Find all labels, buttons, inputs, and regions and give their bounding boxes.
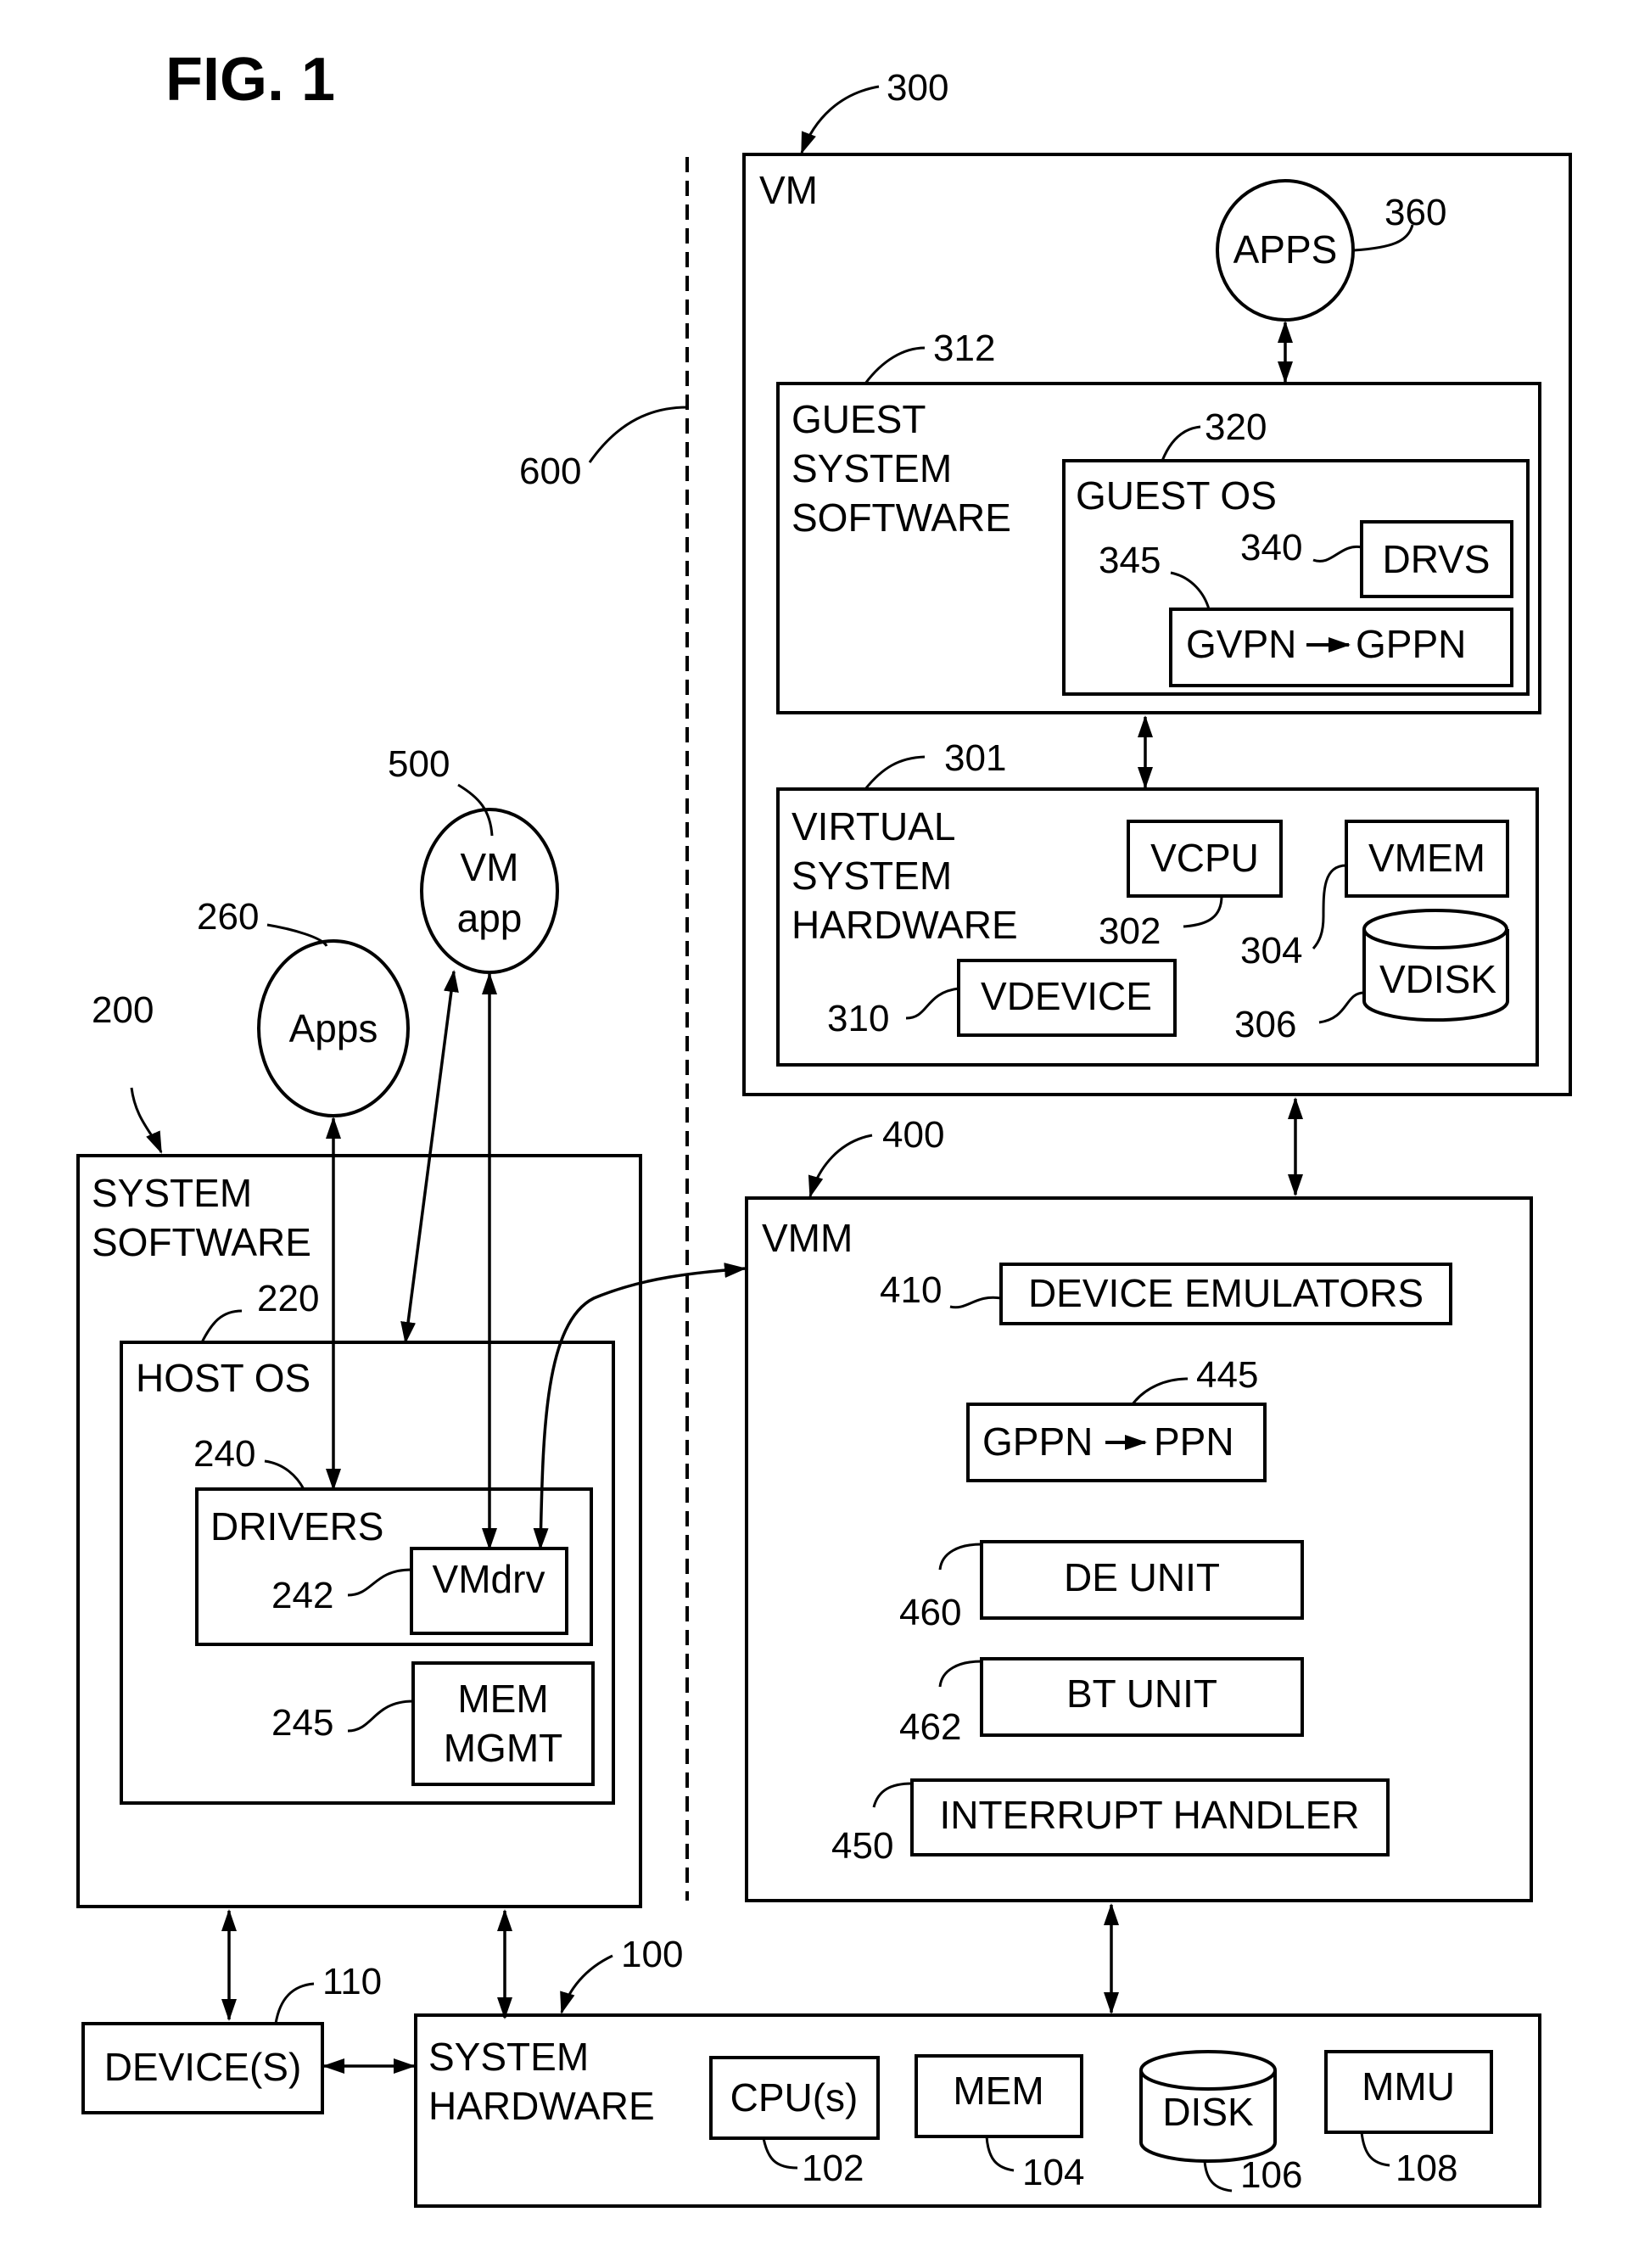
devices-label: DEVICE(S) [104,2045,302,2089]
gppn-label: GPPN [1356,622,1466,666]
de-unit-label: DE UNIT [1064,1555,1220,1599]
interrupt-handler-ref: 450 [831,1825,893,1867]
host-os-label: HOST OS [136,1356,310,1400]
drvs-label: DRVS [1383,537,1491,581]
boundary-leader [588,406,688,463]
mmu-label: MMU [1362,2064,1455,2108]
mmu-ref: 108 [1396,2148,1457,2189]
system-software-label-2: SOFTWARE [92,1220,311,1264]
cpus-label: CPU(s) [730,2075,859,2120]
vcpu-ref: 302 [1099,910,1161,952]
vm-app-label-2: app [457,896,523,940]
guest-os-label: GUEST OS [1076,473,1277,518]
vmm-box: VMM 400 DEVICE EMULATORS 410 GPPN PPN 44… [745,1114,1533,1902]
guest-sw-ref: 312 [933,328,995,369]
host-apps-ref: 260 [197,896,259,938]
mem-mgmt-ref: 245 [271,1702,333,1744]
figure-title: FIG. 1 [165,46,335,114]
gvpn-gppn-ref: 345 [1099,540,1161,581]
drvs-ref: 340 [1240,527,1302,568]
gvpn-label: GVPN [1186,622,1296,666]
bt-unit-ref: 462 [899,1706,961,1748]
vhw-label-3: HARDWARE [792,903,1018,947]
mem-mgmt-label-2: MGMT [444,1726,563,1770]
gppn-label-2: GPPN [982,1420,1093,1464]
drivers-ref: 240 [193,1433,255,1475]
vm-label: VM [759,168,818,212]
system-hardware-ref: 100 [621,1934,683,1975]
vm-app-circle [420,808,559,974]
vmem-ref: 304 [1240,930,1302,972]
bt-unit-label: BT UNIT [1066,1672,1217,1716]
vhw-label-1: VIRTUAL [792,804,955,848]
mem-ref: 104 [1022,2152,1084,2193]
gppn-ppn-ref: 445 [1196,1354,1258,1396]
guest-sw-label-1: GUEST [792,397,926,441]
architecture-diagram: FIG. 1 600 VM 300 APPS 360 GUEST SYSTEM … [76,46,1572,2208]
device-emulators-label: DEVICE EMULATORS [1028,1271,1424,1315]
system-software-label-1: SYSTEM [92,1171,252,1215]
disk-ref: 106 [1240,2154,1302,2196]
vdevice-label: VDEVICE [981,974,1152,1018]
vmm-label: VMM [762,1216,853,1260]
vmdrv-vmm-arrow [533,1263,747,1550]
vdisk-label: VDISK [1379,957,1496,1001]
vm-apps-label: APPS [1233,227,1338,272]
system-hardware-label-2: HARDWARE [428,2084,655,2128]
host-apps-label: Apps [289,1006,378,1050]
vmem-label: VMEM [1368,836,1485,880]
guest-os-ref: 320 [1205,406,1267,448]
boundary-ref: 600 [519,451,581,492]
vm-ref: 300 [887,67,948,109]
system-software-ref: 200 [92,989,154,1031]
vcpu-label: VCPU [1150,836,1259,880]
mem-mgmt-label-1: MEM [457,1677,548,1721]
host-os-ref: 220 [257,1278,319,1319]
devices-ref: 110 [322,1961,382,2002]
guest-sw-label-3: SOFTWARE [792,496,1011,540]
vdisk-ref: 306 [1234,1004,1296,1045]
vmdrv-ref: 242 [271,1575,333,1616]
disk-label: DISK [1162,2090,1254,2134]
vhw-label-2: SYSTEM [792,854,952,898]
vm-apps-ref: 360 [1384,192,1446,233]
system-hardware-label-1: SYSTEM [428,2035,589,2079]
vmdrv-label: VMdrv [433,1557,545,1601]
vm-app-label-1: VM [461,845,519,889]
vm-box: VM 300 APPS 360 GUEST SYSTEM SOFTWARE 31… [742,67,1572,1096]
vdevice-ref: 310 [827,998,889,1039]
drivers-label: DRIVERS [210,1504,383,1548]
de-unit-ref: 460 [899,1592,961,1633]
cpus-ref: 102 [802,2148,864,2189]
guest-sw-label-2: SYSTEM [792,446,952,490]
vmm-ref: 400 [882,1114,944,1156]
vm-app-ref: 500 [388,743,450,785]
mem-label: MEM [953,2069,1043,2113]
vhw-ref: 301 [944,737,1006,779]
interrupt-handler-label: INTERRUPT HANDLER [940,1793,1360,1837]
ppn-label: PPN [1154,1420,1234,1464]
device-emulators-ref: 410 [880,1269,942,1311]
